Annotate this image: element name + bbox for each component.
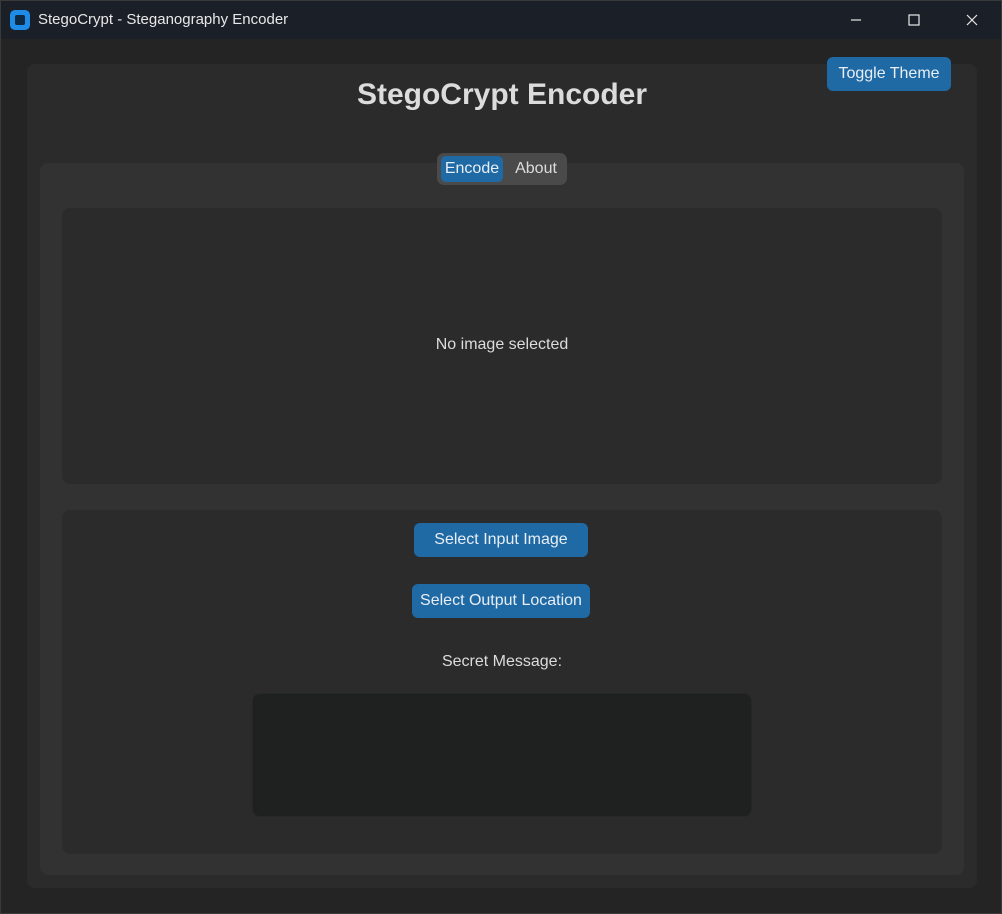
select-output-location-button[interactable]: Select Output Location — [412, 584, 590, 618]
select-input-image-button[interactable]: Select Input Image — [414, 523, 588, 557]
maximize-button[interactable] — [885, 1, 943, 39]
toggle-theme-button[interactable]: Toggle Theme — [827, 57, 951, 91]
secret-message-input[interactable] — [252, 693, 752, 817]
minimize-button[interactable] — [827, 1, 885, 39]
close-icon — [966, 14, 978, 26]
window-title: StegoCrypt - Steganography Encoder — [38, 11, 289, 28]
image-preview-status: No image selected — [435, 336, 569, 353]
secret-message-label: Secret Message: — [441, 653, 563, 670]
tab-encode[interactable]: Encode — [441, 156, 503, 182]
close-button[interactable] — [943, 1, 1001, 39]
app-icon — [10, 10, 30, 30]
tab-about[interactable]: About — [507, 156, 565, 182]
title-bar[interactable]: StegoCrypt - Steganography Encoder — [1, 1, 1001, 39]
maximize-icon — [908, 14, 920, 26]
app-window: StegoCrypt - Steganography Encoder Stego… — [0, 0, 1002, 914]
tab-selector: Encode About — [437, 153, 567, 185]
image-preview-frame: No image selected — [62, 208, 942, 484]
minimize-icon — [851, 19, 861, 21]
